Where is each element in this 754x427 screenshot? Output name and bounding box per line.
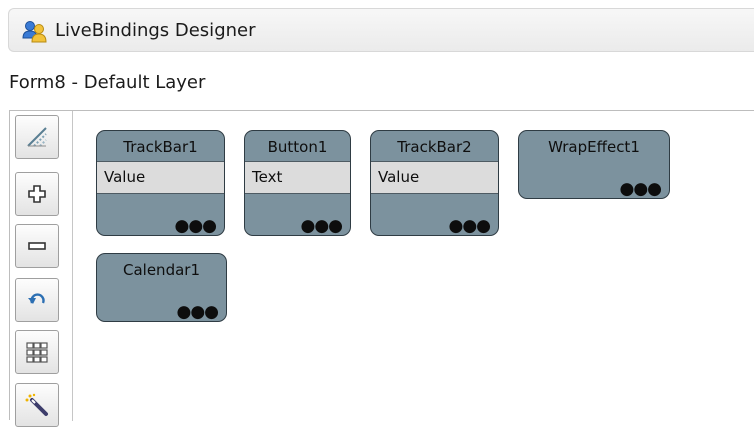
undo-icon [26,289,48,311]
title-bar: LiveBindings Designer [8,8,754,52]
zoom-out-button[interactable] [15,224,59,268]
component-more-button[interactable]: ●●● [448,218,491,235]
component-title: TrackBar2 [397,138,472,156]
window-title: LiveBindings Designer [55,20,256,41]
zoom-in-button[interactable] [15,172,59,216]
arrange-diagonal-icon [24,124,50,150]
undo-button[interactable] [15,278,59,322]
arrange-diagonal-button[interactable] [15,115,59,159]
grid-button[interactable] [15,330,59,374]
component-property-value[interactable]: Value [371,161,498,194]
component-title: TrackBar1 [123,138,198,156]
designer-canvas[interactable]: TrackBar1 Value ●●● Button1 Text ●●● Tra… [9,110,754,427]
component-title: WrapEffect1 [548,138,640,156]
zoom-out-icon [26,235,48,257]
component-button1[interactable]: Button1 Text ●●● [244,130,351,236]
component-calendar1[interactable]: Calendar1 ●●● [96,253,227,322]
magic-wand-icon [24,392,50,418]
livebindings-people-icon [21,18,47,44]
zoom-in-icon [26,183,48,205]
magic-wand-button[interactable] [15,383,59,427]
component-more-button[interactable]: ●●● [300,218,343,235]
component-title: Button1 [267,138,328,156]
component-property-text[interactable]: Text [245,161,350,194]
component-more-button[interactable]: ●●● [619,181,662,198]
component-more-button[interactable]: ●●● [174,218,217,235]
layer-label: Form8 - Default Layer [9,72,206,93]
component-trackbar2[interactable]: TrackBar2 Value ●●● [370,130,499,236]
grid-icon [24,339,50,365]
designer-toolbar [10,111,73,427]
component-more-button[interactable]: ●●● [176,304,219,321]
component-property-value[interactable]: Value [97,161,224,194]
component-title: Calendar1 [123,261,200,279]
component-trackbar1[interactable]: TrackBar1 Value ●●● [96,130,225,236]
component-wrapeffect1[interactable]: WrapEffect1 ●●● [518,130,670,199]
